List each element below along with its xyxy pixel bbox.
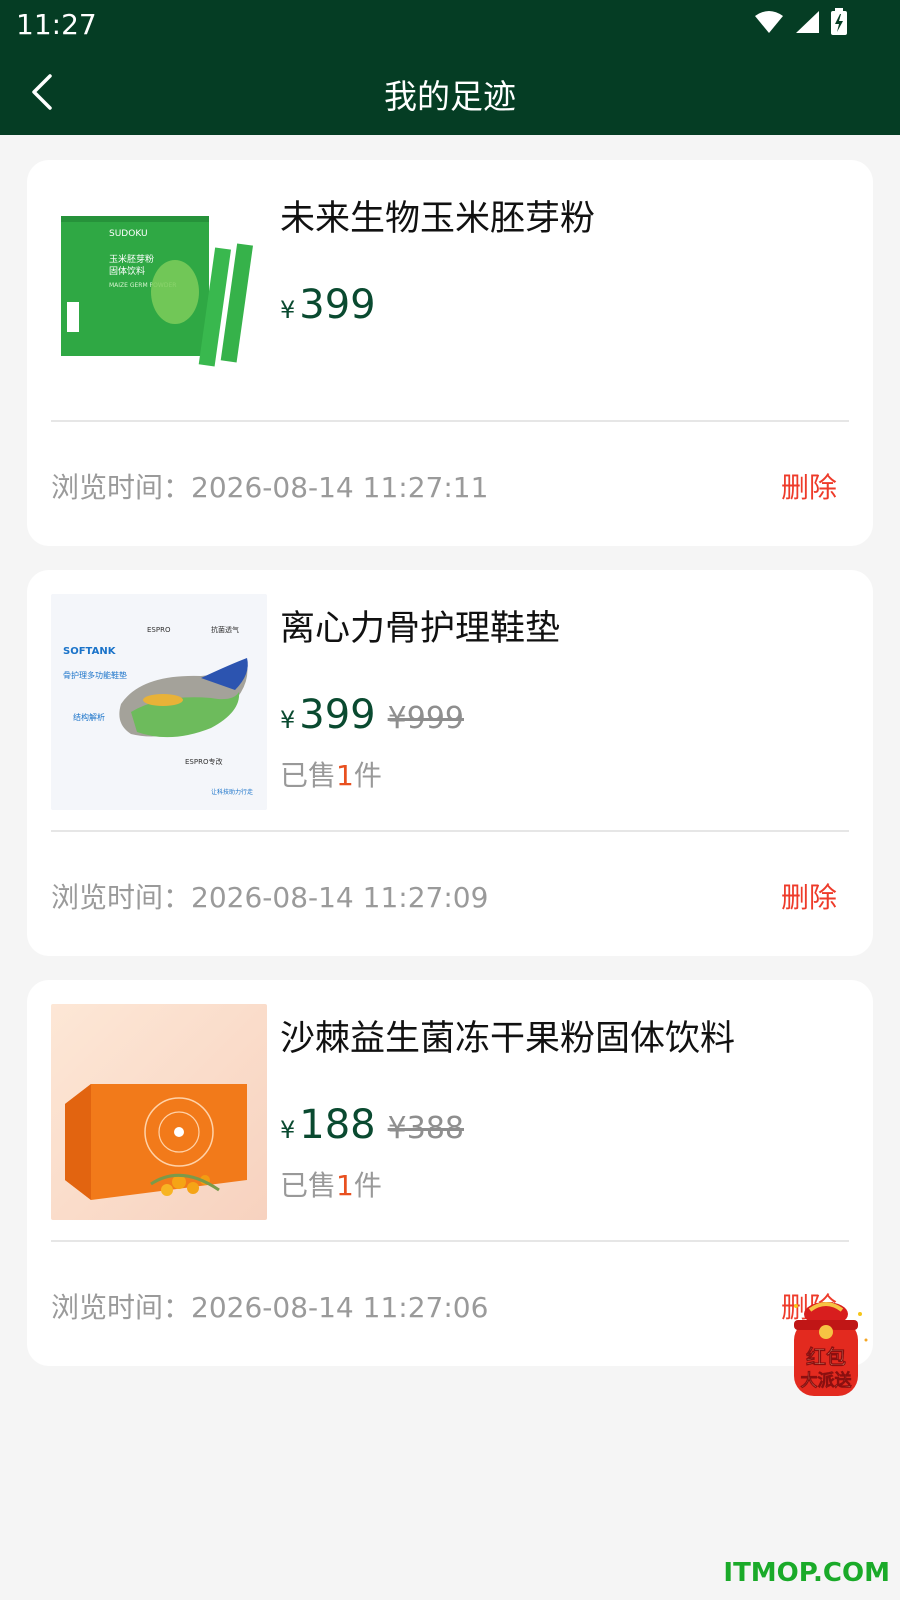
currency-symbol: ¥ [280,706,296,734]
history-card[interactable]: SOFTANK 骨护理多功能鞋垫 结构解析 ESPRO 抗菌透气 ESPRO专改… [27,570,873,956]
history-card[interactable]: 沙棘益生菌冻干果粉固体饮料 ¥ 188 ¥388 已售1件 浏览时间：2026-… [27,980,873,1366]
header: 我的足迹 [0,48,900,135]
price: 399 [299,692,376,738]
product-name[interactable]: 未来生物玉米胚芽粉 [280,190,595,241]
svg-text:骨护理多功能鞋垫: 骨护理多功能鞋垫 [63,670,127,680]
currency-symbol: ¥ [280,296,296,324]
status-bar: 11:27 [0,0,900,48]
divider [51,830,849,832]
maize-germ-powder-box-image[interactable]: SUDOKU 玉米胚芽粉 固体饮料 MAIZE GERM POWDER [51,184,267,400]
sold-suffix: 件 [353,759,382,792]
battery-charging-icon [831,8,847,35]
svg-text:SUDOKU: SUDOKU [109,229,148,239]
browse-time-value: 2026-08-14 11:27:11 [191,471,489,504]
history-card[interactable]: SUDOKU 玉米胚芽粉 固体饮料 MAIZE GERM POWDER 未来生物… [27,160,873,546]
product-name[interactable]: 沙棘益生菌冻干果粉固体饮料 [280,1010,735,1061]
browse-time-label: 浏览时间： [51,471,192,504]
delete-button[interactable]: 删除 [781,466,837,506]
watermark: ITMOP.COM [723,1558,890,1588]
delete-button[interactable]: 删除 [781,876,837,916]
insole-image[interactable]: SOFTANK 骨护理多功能鞋垫 结构解析 ESPRO 抗菌透气 ESPRO专改… [51,594,267,810]
browse-time-label: 浏览时间： [51,1291,192,1324]
red-packet-icon: 红包 大派送 [794,1302,868,1396]
browse-time-value: 2026-08-14 11:27:06 [191,1291,489,1324]
sold-suffix: 件 [353,1169,382,1202]
sold-count-row: 已售1件 [280,754,382,794]
svg-text:抗菌透气: 抗菌透气 [211,625,239,634]
sold-count: 1 [336,1169,354,1202]
price-row: ¥ 399 [280,282,376,328]
original-price: ¥388 [387,1111,464,1146]
cellular-signal-icon [796,11,819,33]
original-price: ¥999 [387,701,464,736]
red-packet-button[interactable]: 红包 大派送 [782,1296,872,1406]
svg-text:结构解析: 结构解析 [73,712,105,722]
currency-symbol: ¥ [280,1116,296,1144]
svg-text:玉米胚芽粉: 玉米胚芽粉 [109,253,154,265]
sold-count-row: 已售1件 [280,1164,382,1204]
sea-buckthorn-box-image[interactable] [51,1004,267,1220]
page-title: 我的足迹 [384,77,516,116]
price-row: ¥ 399 ¥999 [280,692,464,738]
divider [51,1240,849,1242]
price: 399 [299,282,376,328]
divider [51,420,849,422]
browse-time-value: 2026-08-14 11:27:09 [191,881,489,914]
svg-text:让科技助力行走: 让科技助力行走 [211,788,253,796]
status-icons [754,8,848,36]
svg-text:大派送: 大派送 [801,1370,853,1391]
sold-count: 1 [336,759,354,792]
status-time: 11:27 [16,8,97,41]
svg-text:SOFTANK: SOFTANK [63,646,117,657]
wifi-icon [755,11,783,33]
browse-time: 浏览时间：2026-08-14 11:27:09 [51,876,488,916]
svg-text:固体饮料: 固体饮料 [109,265,145,277]
browse-time: 浏览时间：2026-08-14 11:27:11 [51,466,488,506]
browse-time: 浏览时间：2026-08-14 11:27:06 [51,1286,488,1326]
sold-prefix: 已售 [280,759,337,792]
svg-text:ESPRO专改: ESPRO专改 [185,757,222,766]
price: 188 [299,1102,376,1148]
svg-text:红包: 红包 [806,1345,846,1369]
sold-prefix: 已售 [280,1169,337,1202]
svg-text:ESPRO: ESPRO [147,626,171,634]
price-row: ¥ 188 ¥388 [280,1102,464,1148]
product-name[interactable]: 离心力骨护理鞋垫 [280,600,560,651]
browse-time-label: 浏览时间： [51,881,192,914]
